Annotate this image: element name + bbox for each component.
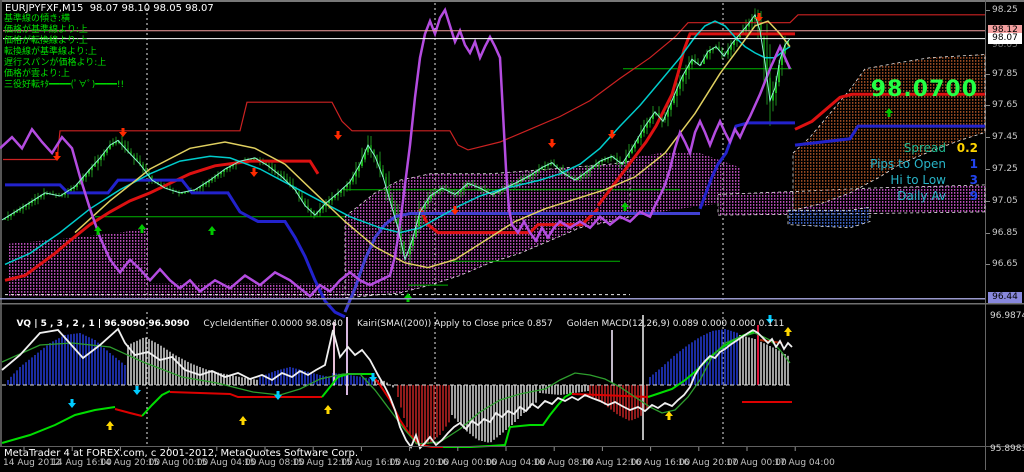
- window-separator[interactable]: [0, 303, 1024, 305]
- quote-rows: Spread0.2Pips to Open1Hi to Low3Daily Av…: [870, 140, 978, 204]
- vq-step-line: [170, 392, 322, 397]
- ichimoku-status-line: 価格が基準線より:上: [4, 25, 124, 36]
- macd-values: Golden MACD(12,26,9) 0.089 0.000 0.000 0…: [567, 319, 785, 329]
- price-tick-mark: [986, 233, 990, 234]
- quote-row-value: 1: [954, 156, 978, 172]
- ichimoku-status-panel: 基準線の傾き:横価格が基準線より:上価格が転換線より:上転換線が基準線より:上遅…: [4, 14, 124, 91]
- indicator-header: VQ | 5 , 3 , 2 , 1 | 96.9090 96.9090 Cycl…: [5, 309, 798, 339]
- buy-arrow-icon: [208, 226, 216, 235]
- window-left-border: [0, 0, 2, 446]
- mt4-window: EURJPYFXF,M15 98.07 98.10 98.05 98.07 基準…: [0, 0, 1024, 472]
- sub-axis-min-label: 95.8983: [990, 444, 1024, 454]
- price-tick-label: 97.25: [992, 164, 1018, 174]
- buy-arrow-icon: [324, 405, 332, 414]
- window-separator-highlight[interactable]: [0, 298, 985, 300]
- ichimoku-status-line: 基準線の傾き:横: [4, 14, 124, 25]
- quote-row: Daily Av 9: [870, 188, 978, 204]
- sell-arrow-icon: [119, 128, 127, 137]
- price-tick-label: 97.45: [992, 132, 1018, 142]
- price-tick-mark: [986, 74, 990, 75]
- quote-row-value: 9: [954, 188, 978, 204]
- sell-arrow-icon: [548, 139, 556, 148]
- buy-arrow-icon: [404, 293, 412, 302]
- price-tick-mark: [986, 169, 990, 170]
- time-axis[interactable]: 14 Aug 201214 Aug 16:0014 Aug 20:0015 Au…: [0, 458, 1024, 472]
- sell-arrow-icon: [274, 391, 282, 400]
- main-chart[interactable]: [0, 3, 985, 317]
- ichimoku-status-line: 価格が雲より:上: [4, 69, 124, 80]
- quote-row-label: Daily Av: [897, 188, 946, 204]
- quote-price: 98.0700: [870, 78, 978, 102]
- vq-step-line: [115, 409, 142, 416]
- price-tick-label: 96.65: [992, 259, 1018, 269]
- quote-row-value: 0.2: [954, 140, 978, 156]
- price-axis-main[interactable]: 98.25 97.85 97.65 97.45 97.25 97.05 96.85 96.65…: [986, 0, 1024, 472]
- time-axis-border: [0, 446, 1024, 447]
- price-tick-mark: [986, 264, 990, 265]
- price-tick-mark: [986, 10, 990, 11]
- quote-row-label: Hi to Low: [890, 172, 946, 188]
- buy-arrow-icon: [239, 416, 247, 425]
- quote-row-label: Spread: [904, 140, 946, 156]
- quote-row-label: Pips to Open: [870, 156, 946, 172]
- price-tick-label: 97.65: [992, 100, 1018, 110]
- sell-arrow-icon: [755, 13, 763, 22]
- price-tick-label: 97.85: [992, 69, 1018, 79]
- cycle-identifier-values: CycleIdentifier 0.0000 98.0840: [203, 319, 343, 329]
- histogram-segment: [590, 385, 647, 421]
- sell-arrow-icon: [334, 131, 342, 140]
- quote-row-value: 3: [954, 172, 978, 188]
- sub-axis-max-label: 96.9874: [990, 311, 1024, 321]
- quote-row: Pips to Open 1: [870, 156, 978, 172]
- sell-arrow-icon: [133, 386, 141, 395]
- buy-arrow-icon: [106, 421, 114, 430]
- price-marker-box: 98.07: [988, 33, 1022, 44]
- vq-step-line: [2, 407, 115, 443]
- price-tick-label: 96.85: [992, 228, 1018, 238]
- price-tick-label: 97.05: [992, 196, 1018, 206]
- price-marker-box: 96.44: [988, 292, 1022, 303]
- price-tick-label: 98.25: [992, 5, 1018, 15]
- kairi-values: Kairi(SMA((200)) Apply to Close price 0.…: [357, 319, 553, 329]
- chart-symbol-title: EURJPYFXF,M15 98.07 98.10 98.05 98.07: [5, 3, 214, 14]
- vq-step-line: [142, 391, 170, 416]
- time-axis-label: 17 Aug 04:00: [774, 458, 835, 468]
- sell-arrow-icon: [68, 399, 76, 408]
- window-top-border: [0, 0, 1024, 2]
- ichimoku-status-line: 転換線が基準線より:上: [4, 47, 124, 58]
- quote-panel: 98.0700 Spread 0.2 Pips to Open 1 Hi to Low 3…: [870, 40, 978, 242]
- quote-row: Spread 0.2: [870, 140, 978, 156]
- ichimoku-status-line: 遅行スパンが価格より:上: [4, 58, 124, 69]
- price-tick-mark: [986, 201, 990, 202]
- sell-arrow-icon: [250, 168, 258, 177]
- price-tick-mark: [986, 137, 990, 138]
- ichimoku-status-line: 価格が転換線より:上: [4, 36, 124, 47]
- vq-step-line: [443, 393, 572, 447]
- vq-values: VQ | 5 , 3 , 2 , 1 | 96.9090 96.9090: [16, 319, 189, 329]
- price-tick-mark: [986, 105, 990, 106]
- quote-row: Hi to Low 3: [870, 172, 978, 188]
- ichimoku-status-line: 三役好転ｷﾀ━━━━(ﾟ∀ﾟ)━━━━!!: [4, 80, 124, 91]
